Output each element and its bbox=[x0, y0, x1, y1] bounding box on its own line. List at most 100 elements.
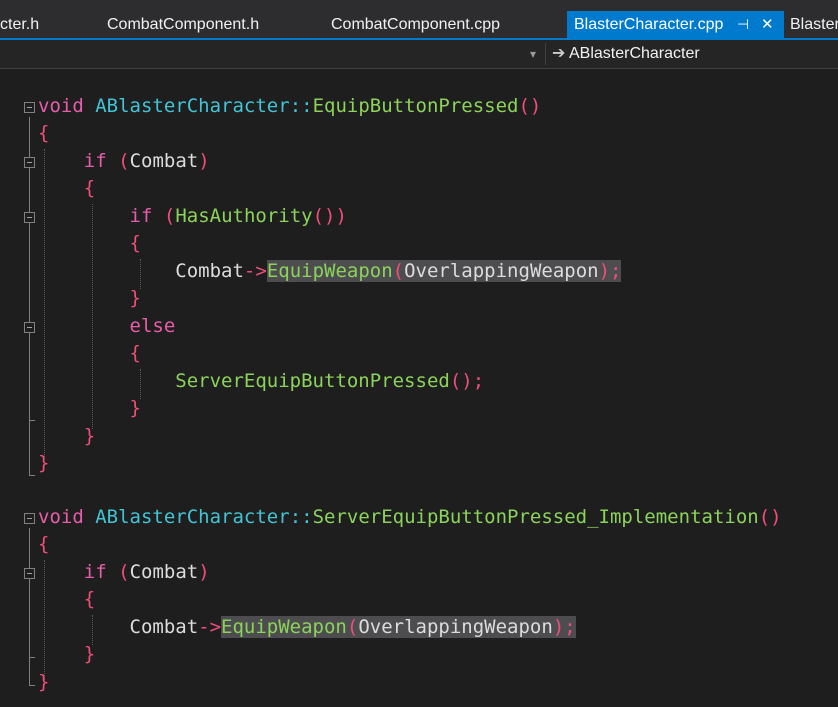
code-line[interactable]: { bbox=[38, 120, 49, 147]
code-line[interactable]: } bbox=[38, 641, 95, 668]
code-token: ) bbox=[198, 150, 210, 172]
code-token: HasAuthority bbox=[175, 205, 313, 227]
code-token: ( bbox=[118, 561, 130, 583]
code-token: ) bbox=[198, 561, 210, 583]
code-token: ServerEquipButtonPressed bbox=[175, 370, 450, 392]
code-token: { bbox=[38, 122, 50, 144]
tab-blaster-overflow[interactable]: Blaster bbox=[790, 11, 838, 38]
code-token: EquipWeapon bbox=[266, 260, 393, 282]
code-token: { bbox=[129, 342, 141, 364]
collapse-icon[interactable] bbox=[24, 513, 35, 524]
tab-combat-component-cpp[interactable]: CombatComponent.cpp bbox=[331, 11, 500, 38]
member-dropdown[interactable]: ➔ ABlasterCharacter bbox=[552, 43, 838, 65]
code-line[interactable]: } bbox=[38, 669, 49, 696]
outline-end bbox=[29, 685, 35, 686]
code-token: Combat bbox=[175, 260, 244, 282]
code-line[interactable]: if (Combat) bbox=[38, 148, 210, 175]
collapse-icon[interactable] bbox=[24, 102, 35, 113]
code-token: } bbox=[38, 671, 50, 693]
code-line[interactable]: } bbox=[38, 423, 95, 450]
code-token: Combat bbox=[129, 616, 199, 638]
code-token: ABlasterCharacter bbox=[95, 506, 290, 528]
code-line[interactable]: { bbox=[38, 531, 49, 558]
tab-label: Blaster bbox=[790, 16, 838, 33]
code-token: } bbox=[83, 643, 96, 665]
tab-character-header[interactable]: cter.h bbox=[0, 11, 39, 38]
code-token: { bbox=[129, 232, 141, 254]
code-token: Combat bbox=[129, 150, 199, 172]
outline-line bbox=[29, 528, 30, 686]
code-line[interactable]: { bbox=[38, 586, 95, 613]
code-token: Combat bbox=[129, 561, 199, 583]
collapse-icon[interactable] bbox=[24, 322, 35, 333]
code-line[interactable]: if (Combat) bbox=[38, 559, 210, 586]
code-token: { bbox=[38, 533, 50, 555]
code-token: OverlappingWeapon bbox=[404, 260, 599, 282]
code-token: ( bbox=[118, 150, 130, 172]
member-label: ABlasterCharacter bbox=[568, 45, 700, 62]
code-token: EquipWeapon bbox=[221, 616, 347, 638]
code-line[interactable]: } bbox=[38, 285, 141, 312]
tab-bar: cter.h CombatComponent.h CombatComponent… bbox=[0, 0, 838, 38]
code-token: -> bbox=[243, 260, 267, 282]
code-token: if bbox=[83, 150, 107, 172]
code-line[interactable]: ServerEquipButtonPressed(); bbox=[38, 368, 484, 395]
code-token: if bbox=[83, 561, 107, 583]
code-line[interactable]: void ABlasterCharacter::EquipButtonPress… bbox=[38, 93, 541, 120]
code-token: else bbox=[129, 315, 176, 337]
close-icon[interactable]: ✕ bbox=[761, 11, 774, 38]
collapse-icon[interactable] bbox=[24, 157, 35, 168]
code-token: -> bbox=[198, 616, 222, 638]
code-line[interactable]: void ABlasterCharacter::ServerEquipButto… bbox=[38, 504, 782, 531]
pin-icon[interactable]: ⊣ bbox=[737, 11, 749, 38]
reference-highlight: EquipWeapon(OverlappingWeapon); bbox=[221, 616, 576, 638]
collapse-icon[interactable] bbox=[24, 212, 35, 223]
outline-tick bbox=[29, 657, 35, 658]
code-line[interactable]: } bbox=[38, 450, 49, 477]
tab-label: BlasterCharacter.cpp bbox=[574, 16, 724, 33]
chevron-down-icon[interactable]: ▾ bbox=[530, 43, 536, 65]
code-line[interactable]: { bbox=[38, 340, 141, 367]
code-line[interactable]: } bbox=[38, 395, 141, 422]
outline-line bbox=[29, 117, 30, 476]
code-token: () bbox=[312, 205, 336, 227]
code-token: :: bbox=[289, 95, 313, 117]
code-line[interactable]: else bbox=[38, 313, 176, 340]
code-token: void bbox=[38, 95, 84, 117]
code-token: void bbox=[38, 506, 84, 528]
code-token: ( bbox=[392, 260, 405, 282]
code-token: ABlasterCharacter bbox=[95, 95, 290, 117]
code-line[interactable]: { bbox=[38, 175, 95, 202]
code-token: ServerEquipButtonPressed_Implementation bbox=[312, 506, 759, 528]
code-token: OverlappingWeapon bbox=[358, 616, 553, 638]
code-token: if bbox=[129, 205, 153, 227]
collapse-icon[interactable] bbox=[24, 568, 35, 579]
code-token: EquipButtonPressed bbox=[312, 95, 519, 117]
code-token: } bbox=[129, 397, 141, 419]
code-token: :: bbox=[289, 506, 313, 528]
code-line[interactable]: Combat->EquipWeapon(OverlappingWeapon); bbox=[38, 258, 622, 285]
code-line[interactable]: Combat->EquipWeapon(OverlappingWeapon); bbox=[38, 614, 576, 641]
scope-dropdown[interactable]: ▾ bbox=[0, 43, 546, 65]
tab-label: CombatComponent.h bbox=[107, 16, 260, 33]
code-token: ); bbox=[598, 260, 622, 282]
code-token: () bbox=[758, 506, 782, 528]
code-token: } bbox=[83, 425, 96, 447]
code-token: { bbox=[83, 177, 96, 199]
code-editor[interactable]: void ABlasterCharacter::EquipButtonPress… bbox=[0, 69, 838, 707]
code-line[interactable]: { bbox=[38, 230, 141, 257]
outline-tick bbox=[29, 420, 35, 421]
code-token: ); bbox=[552, 616, 576, 638]
tab-blaster-character-cpp[interactable]: BlasterCharacter.cpp ⊣ ✕ bbox=[567, 11, 784, 38]
tab-combat-component-header[interactable]: CombatComponent.h bbox=[107, 11, 259, 38]
code-token: ( bbox=[346, 616, 359, 638]
code-token: (); bbox=[449, 370, 485, 392]
code-token: ( bbox=[163, 205, 176, 227]
code-token: } bbox=[129, 287, 141, 309]
code-line[interactable]: if (HasAuthority()) bbox=[38, 203, 347, 230]
code-token: } bbox=[38, 452, 50, 474]
navigation-bar: ▾ ➔ ABlasterCharacter bbox=[0, 40, 838, 69]
arrow-right-icon: ➔ bbox=[552, 45, 566, 62]
code-token: () bbox=[518, 95, 542, 117]
code-token: ) bbox=[335, 205, 347, 227]
